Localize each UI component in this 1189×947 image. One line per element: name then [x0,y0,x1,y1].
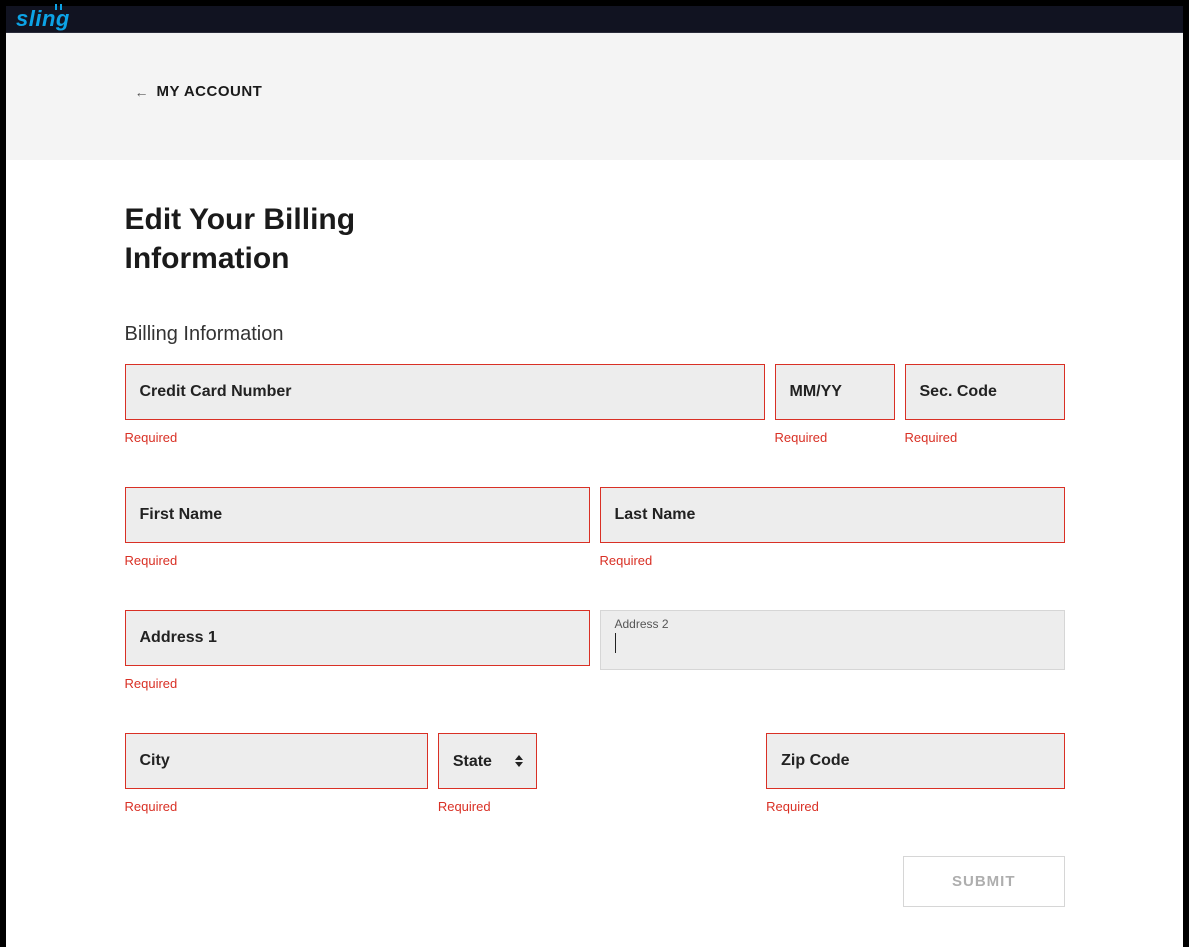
address2-label: Address 2 [615,617,1050,631]
credit-card-error: Required [125,430,765,445]
breadcrumb-back[interactable]: ← MY ACCOUNT [95,83,1095,100]
breadcrumb-label: MY ACCOUNT [157,83,263,100]
state-select[interactable]: State [438,733,537,789]
state-error: Required [438,799,537,814]
page-title: Edit Your Billing Information [125,200,475,278]
credit-card-input[interactable] [125,364,765,420]
arrow-left-icon: ← [135,84,149,100]
expiry-input[interactable] [775,364,895,420]
submit-button[interactable]: SUBMIT [903,856,1065,907]
breadcrumb-area: ← MY ACCOUNT [6,33,1183,160]
first-name-error: Required [125,553,590,568]
first-name-input[interactable] [125,487,590,543]
last-name-error: Required [600,553,1065,568]
top-nav: sling [6,6,1183,32]
last-name-input[interactable] [600,487,1065,543]
sec-code-input[interactable] [905,364,1065,420]
content-area: Edit Your Billing Information Billing In… [6,160,1183,947]
section-title: Billing Information [125,323,1065,346]
address1-input[interactable] [125,610,590,666]
address2-input[interactable]: Address 2 [600,610,1065,670]
zip-input[interactable] [766,733,1064,789]
sling-logo[interactable]: sling [16,6,70,32]
city-input[interactable] [125,733,428,789]
city-error: Required [125,799,428,814]
expiry-error: Required [775,430,895,445]
sec-code-error: Required [905,430,1065,445]
text-cursor-icon [615,633,616,653]
address1-error: Required [125,676,590,691]
zip-error: Required [766,799,1064,814]
